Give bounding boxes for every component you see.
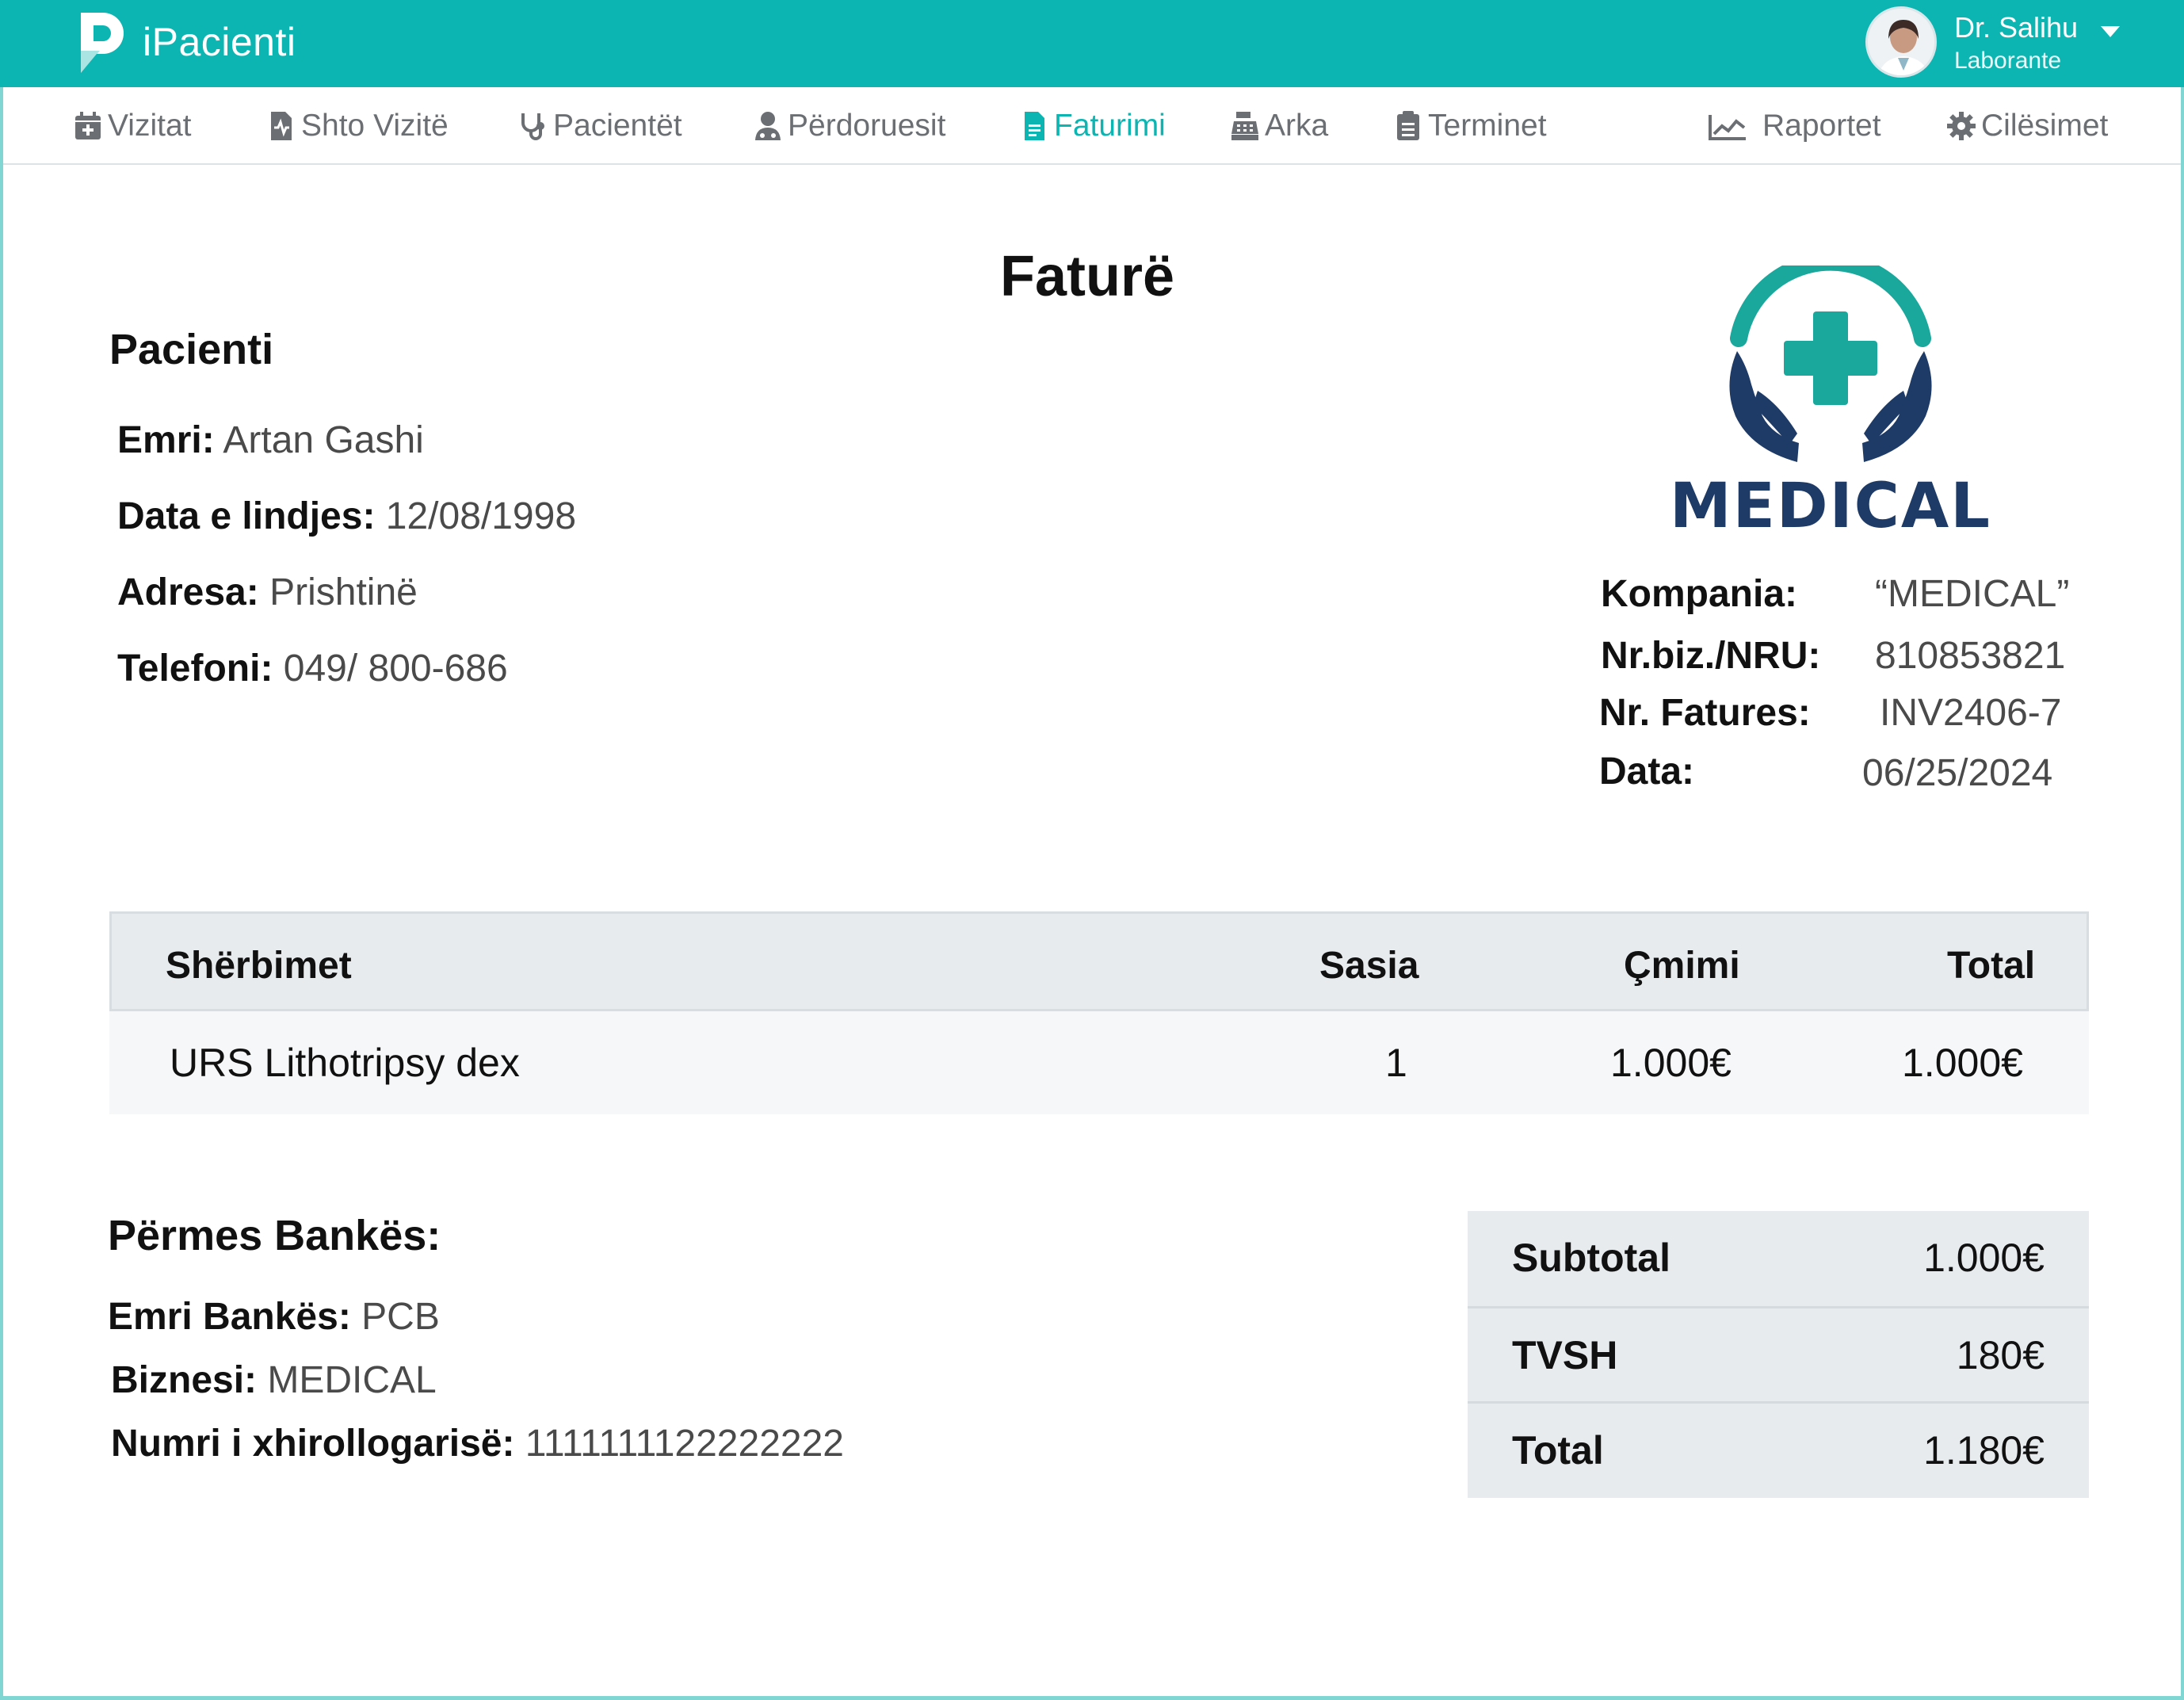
invoice-icon <box>1025 112 1044 140</box>
brand-name[interactable]: iPacienti <box>143 19 296 65</box>
avatar <box>1865 6 1937 78</box>
user-doctor-icon <box>755 112 781 140</box>
patient-name: Emri: Artan Gashi <box>117 418 424 462</box>
patient-name-value: Artan Gashi <box>223 419 424 461</box>
nav-item-faturimi[interactable]: Faturimi <box>1019 87 1166 165</box>
nav-label-arka: Arka <box>1265 109 1329 143</box>
chart-line-icon <box>1709 115 1746 140</box>
nav-label-cilesimet: Cilësimet <box>1981 109 2109 143</box>
bank-name: Emri Bankës: PCB <box>108 1295 440 1339</box>
medical-logo: MEDICAL <box>1670 266 1991 535</box>
cash-register-icon <box>1231 112 1258 140</box>
vat-label: TVSH <box>1512 1333 1618 1377</box>
invoice-date-label: Data: <box>1599 751 1695 793</box>
bank-account-label: Numri i xhirollogarisë: <box>111 1423 515 1465</box>
total-row: Total 1.180€ <box>1468 1401 2089 1496</box>
patient-phone-value: 049/ 800-686 <box>283 648 508 690</box>
gear-icon <box>1947 112 1976 140</box>
patient-heading: Pacienti <box>109 326 274 373</box>
nav-item-shto-vizite[interactable]: Shto Vizitë <box>266 87 449 165</box>
patient-address: Adresa: Prishtinë <box>117 571 418 614</box>
vat-value: 180€ <box>1956 1333 2045 1377</box>
user-menu[interactable]: Dr. Salihu Laborante <box>1865 6 2127 79</box>
nav-label-shto-vizite: Shto Vizitë <box>301 109 449 143</box>
subtotal-value: 1.000€ <box>1923 1236 2045 1280</box>
row-total: 1.000€ <box>1902 1041 2023 1085</box>
column-header-price: Çmimi <box>1624 945 1740 987</box>
subtotal-label: Subtotal <box>1512 1236 1670 1280</box>
nav-label-terminet: Terminet <box>1428 109 1547 143</box>
nrb-label: Nr.biz./NRU: <box>1601 635 1821 677</box>
patient-dob-label: Data e lindjes: <box>117 495 376 537</box>
nav-item-cilesimet[interactable]: Cilësimet <box>1946 87 2108 165</box>
bank-name-label: Emri Bankës: <box>108 1296 351 1338</box>
bank-heading: Përmes Bankës: <box>108 1212 441 1259</box>
invoice-number-label: Nr. Fatures: <box>1599 692 1811 734</box>
nrb-value: 810853821 <box>1875 635 2066 677</box>
ipacienti-logo-icon[interactable] <box>76 10 132 76</box>
bank-account-value: 1111111122222222 <box>525 1423 844 1465</box>
company-value: “MEDICAL” <box>1875 573 2070 615</box>
bank-business: Biznesi: MEDICAL <box>111 1358 437 1402</box>
table-row: URS Lithotripsy dex 1 1.000€ 1.000€ <box>109 1011 2089 1114</box>
user-role: Laborante <box>1954 48 2062 74</box>
nav-item-raportet[interactable]: Raportet <box>1707 87 1881 165</box>
patient-phone-label: Telefoni: <box>117 648 273 690</box>
row-qty: 1 <box>1385 1041 1407 1085</box>
page-title: Faturë <box>1000 245 1175 308</box>
subtotal-row: Subtotal 1.000€ <box>1468 1211 2089 1306</box>
patient-address-value: Prishtinë <box>269 571 418 613</box>
bank-account: Numri i xhirollogarisë: 1111111122222222 <box>111 1422 844 1465</box>
clipboard-list-icon <box>1397 111 1419 140</box>
nav-label-perdoruesit: Përdoruesit <box>788 109 946 143</box>
nav-label-faturimi: Faturimi <box>1054 109 1166 143</box>
file-medical-icon <box>271 112 292 140</box>
total-label: Total <box>1512 1428 1604 1473</box>
row-service: URS Lithotripsy dex <box>170 1041 520 1085</box>
top-bar: iPacienti Dr. Salihu Laborante <box>0 0 2184 87</box>
totals-box: Subtotal 1.000€ TVSH 180€ Total 1.180€ <box>1468 1211 2089 1498</box>
patient-name-label: Emri: <box>117 419 215 461</box>
invoice-date-value: 06/25/2024 <box>1862 752 2053 794</box>
row-price: 1.000€ <box>1610 1041 1732 1085</box>
nav-label-vizitat: Vizitat <box>108 109 192 143</box>
nav-item-terminet[interactable]: Terminet <box>1393 87 1547 165</box>
nav-label-pacientet: Pacientët <box>553 109 682 143</box>
column-header-service: Shërbimet <box>166 945 352 987</box>
company-label: Kompania: <box>1601 573 1798 615</box>
patient-address-label: Adresa: <box>117 571 259 613</box>
patient-dob: Data e lindjes: 12/08/1998 <box>117 495 576 538</box>
calendar-plus-icon <box>75 112 101 139</box>
chevron-down-icon[interactable] <box>2099 24 2121 40</box>
nav-item-pacientet[interactable]: Pacientët <box>518 87 682 165</box>
main-nav: Vizitat Shto Vizitë Pacientët Përdoruesi… <box>3 87 2181 165</box>
bank-name-value: PCB <box>361 1296 440 1338</box>
nav-item-perdoruesit[interactable]: Përdoruesit <box>753 87 945 165</box>
invoice-number-value: INV2406-7 <box>1880 692 2062 734</box>
column-header-total: Total <box>1947 945 2036 987</box>
column-header-qty: Sasia <box>1319 945 1419 987</box>
patient-phone: Telefoni: 049/ 800-686 <box>117 647 508 690</box>
medical-logo-text: MEDICAL <box>1670 471 1991 535</box>
vat-row: TVSH 180€ <box>1468 1306 2089 1401</box>
bank-business-label: Biznesi: <box>111 1359 258 1401</box>
services-table-header: Shërbimet Sasia Çmimi Total <box>109 911 2089 1011</box>
nav-item-vizitat[interactable]: Vizitat <box>73 87 192 165</box>
total-value: 1.180€ <box>1923 1428 2045 1473</box>
user-name: Dr. Salihu <box>1954 11 2079 44</box>
nav-item-arka[interactable]: Arka <box>1230 87 1328 165</box>
patient-dob-value: 12/08/1998 <box>385 495 577 537</box>
nav-label-raportet: Raportet <box>1762 109 1881 143</box>
stethoscope-icon <box>521 113 544 140</box>
bank-business-value: MEDICAL <box>267 1359 437 1401</box>
